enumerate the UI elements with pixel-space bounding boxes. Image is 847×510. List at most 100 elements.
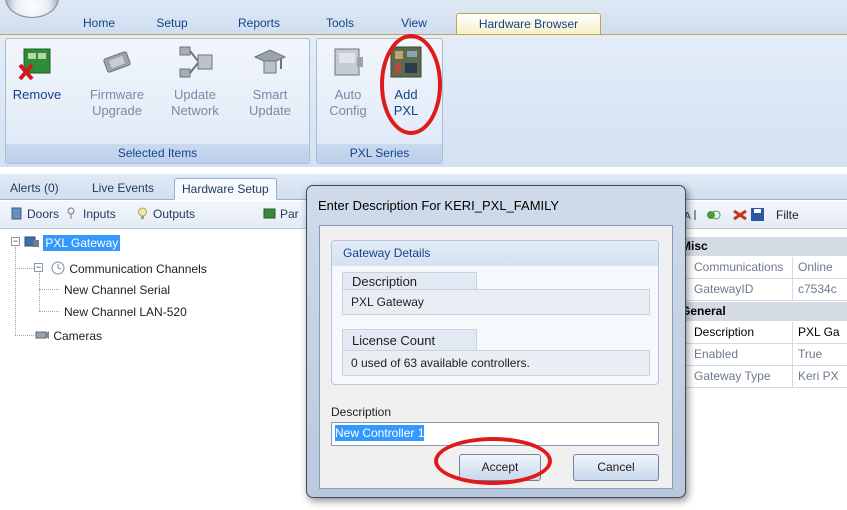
- tab-hardware-setup[interactable]: Hardware Setup: [174, 178, 277, 200]
- panels-label: Par: [280, 207, 299, 221]
- inputs-button[interactable]: Inputs: [66, 207, 116, 221]
- tree-line: [15, 247, 16, 335]
- smart-update-cap-icon: [253, 49, 287, 74]
- tree-node-communication-channels[interactable]: Communication Channels: [50, 261, 207, 276]
- smart-update-line1: Smart: [252, 87, 288, 102]
- property-row-description[interactable]: Description PXL Ga: [681, 322, 847, 344]
- description-input[interactable]: New Controller 1: [331, 422, 659, 446]
- save-icon[interactable]: [750, 207, 765, 222]
- description-value: PXL Gateway: [342, 289, 650, 315]
- doors-label: Doors: [27, 207, 60, 221]
- remove-button[interactable]: Remove: [12, 43, 62, 103]
- cancel-button[interactable]: Cancel: [573, 454, 659, 481]
- update-network-button[interactable]: Update Network: [164, 43, 226, 119]
- smart-update-button[interactable]: Smart Update: [242, 43, 298, 119]
- group-title-pxl-series: PXL Series: [317, 144, 442, 163]
- panel-board-icon: [263, 208, 276, 219]
- tab-reports[interactable]: Reports: [226, 13, 292, 34]
- property-value: Online: [798, 260, 833, 274]
- tab-setup[interactable]: Setup: [146, 13, 198, 34]
- tree-line: [15, 335, 34, 336]
- property-row-enabled[interactable]: Enabled True: [681, 344, 847, 366]
- collapse-icon[interactable]: −: [34, 263, 43, 272]
- inputs-label: Inputs: [83, 207, 116, 221]
- tree-label-channel-lan-520: New Channel LAN-520: [64, 305, 187, 319]
- ribbon-panel: Remove Firmware Upgrade Update Network S…: [0, 34, 847, 167]
- property-row-communications[interactable]: Communications Online: [681, 257, 847, 279]
- description-input-text: New Controller 1: [335, 425, 425, 441]
- property-value: True: [798, 347, 823, 361]
- remove-label: Remove: [12, 87, 62, 102]
- pxl-circuit-board-icon: [390, 46, 422, 78]
- tree-label-channel-serial: New Channel Serial: [64, 283, 171, 297]
- tree-node-cameras[interactable]: Cameras: [34, 328, 102, 343]
- property-value: Keri PX: [798, 369, 839, 383]
- close-red-icon[interactable]: [732, 208, 748, 222]
- sort-alphabetical-icon[interactable]: A: [684, 208, 698, 222]
- doors-button[interactable]: Doors: [10, 207, 59, 221]
- property-key: Communications: [681, 257, 793, 279]
- input-key-icon: [67, 207, 75, 219]
- auto-config-button[interactable]: Auto Config: [325, 43, 371, 119]
- categorize-icon[interactable]: [706, 208, 722, 222]
- group-pxl-series: Auto Config Add PXL PXL Series: [316, 38, 443, 164]
- tree-node-channel-serial[interactable]: New Channel Serial: [64, 283, 170, 297]
- add-pxl-line1: Add: [394, 87, 418, 102]
- accept-button[interactable]: Accept: [459, 454, 541, 481]
- ribbon-tab-strip: Home Setup Reports Tools View Hardware B…: [0, 0, 847, 34]
- outputs-button[interactable]: Outputs: [136, 207, 195, 221]
- auto-config-line1: Auto: [334, 87, 362, 102]
- tree-label-communication-channels: Communication Channels: [69, 262, 207, 276]
- auto-config-board-icon: [334, 48, 363, 76]
- camera-icon: [35, 331, 49, 339]
- property-key: Enabled: [681, 344, 793, 366]
- tree-node-channel-lan-520[interactable]: New Channel LAN-520: [64, 305, 187, 319]
- property-value: PXL Ga: [798, 325, 840, 339]
- tree-line: [39, 273, 40, 311]
- add-pxl-button[interactable]: Add PXL: [383, 43, 429, 119]
- tree-node-pxl-gateway[interactable]: PXL Gateway: [24, 235, 121, 251]
- gateway-details-section: Gateway Details Description PXL Gateway …: [331, 240, 659, 385]
- property-row-gateway-type[interactable]: Gateway Type Keri PX: [681, 366, 847, 388]
- panels-button[interactable]: Par: [263, 207, 299, 221]
- tab-live-events[interactable]: Live Events: [92, 178, 154, 200]
- bulb-icon: [138, 207, 147, 219]
- property-key: GatewayID: [681, 279, 793, 301]
- tree-line: [39, 289, 59, 290]
- clock-icon: [51, 261, 65, 275]
- firmware-line2: Upgrade: [92, 103, 142, 118]
- description-caption: Description: [342, 272, 477, 290]
- property-key: Description: [681, 322, 793, 344]
- update-network-line1: Update: [174, 87, 216, 102]
- tab-alerts[interactable]: Alerts (0): [10, 178, 59, 200]
- license-count-value: 0 used of 63 available controllers.: [342, 350, 650, 376]
- update-network-line2: Network: [171, 103, 219, 118]
- group-selected-items: Remove Firmware Upgrade Update Network S…: [5, 38, 310, 164]
- collapse-icon[interactable]: −: [11, 237, 20, 246]
- outputs-label: Outputs: [153, 207, 196, 221]
- description-input-label: Description: [331, 405, 392, 419]
- tab-home[interactable]: Home: [77, 13, 121, 34]
- firmware-chip-icon: [103, 51, 131, 73]
- gateway-icon: [24, 236, 39, 247]
- remove-controller-icon: [18, 48, 51, 81]
- dialog-title: Enter Description For KERI_PXL_FAMILY: [318, 198, 560, 213]
- application-menu-button[interactable]: [5, 0, 59, 18]
- tab-view[interactable]: View: [393, 13, 435, 34]
- tab-tools[interactable]: Tools: [318, 13, 362, 34]
- smart-update-line2: Update: [249, 103, 291, 118]
- network-icon: [179, 46, 213, 78]
- tab-hardware-browser[interactable]: Hardware Browser: [456, 13, 601, 34]
- door-icon: [11, 207, 22, 220]
- tree-line: [39, 311, 59, 312]
- tree-label-cameras: Cameras: [53, 329, 103, 343]
- license-count-caption: License Count: [342, 329, 477, 351]
- dialog-content: Gateway Details Description PXL Gateway …: [319, 225, 673, 489]
- filter-label[interactable]: Filte: [776, 208, 799, 222]
- group-title-selected-items: Selected Items: [6, 144, 309, 163]
- tree-label-pxl-gateway: PXL Gateway: [43, 235, 121, 251]
- property-row-gatewayid[interactable]: GatewayID c7534c: [681, 279, 847, 301]
- property-value: c7534c: [798, 282, 837, 296]
- firmware-line1: Firmware: [89, 87, 145, 102]
- firmware-upgrade-button[interactable]: Firmware Upgrade: [86, 43, 148, 119]
